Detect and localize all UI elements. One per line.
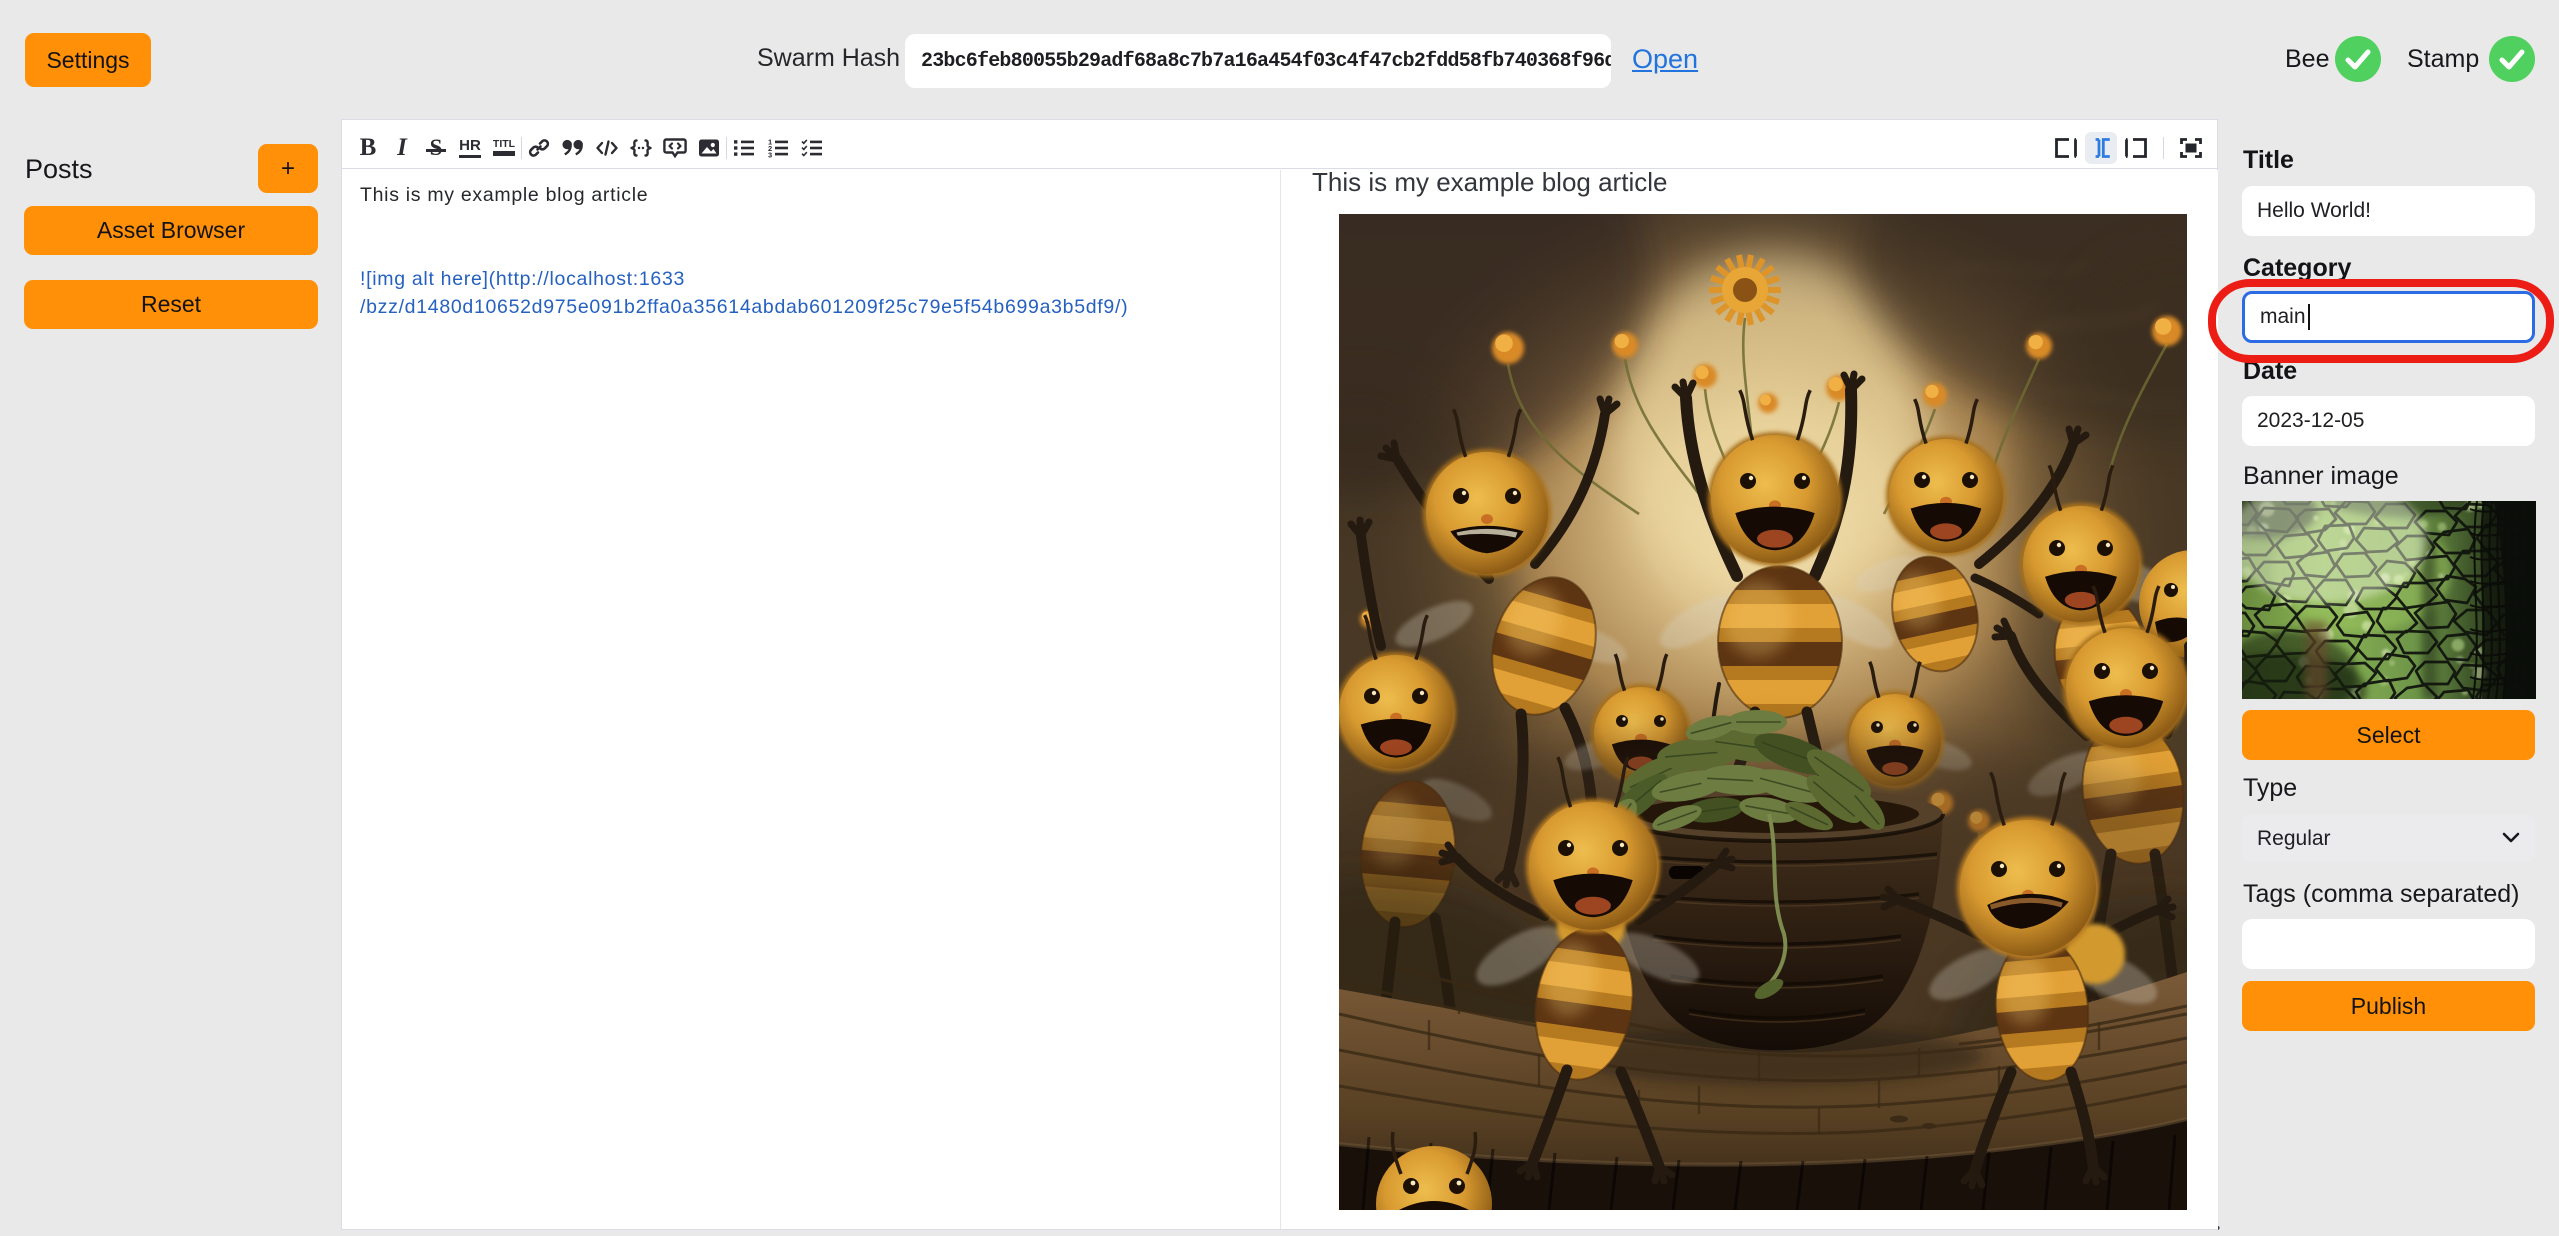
svg-text:3: 3: [768, 150, 772, 159]
